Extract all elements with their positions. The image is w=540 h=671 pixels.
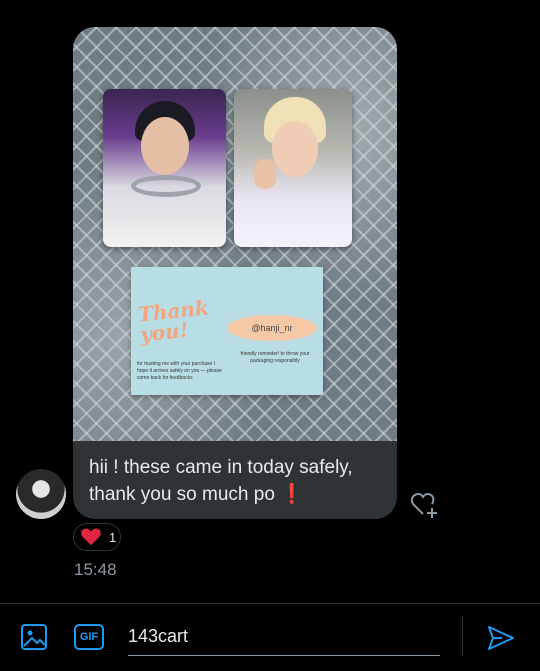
thank-you-title: Thank you! bbox=[136, 295, 210, 347]
add-reaction-icon[interactable] bbox=[410, 490, 440, 520]
thank-you-card: Thank you! @hanji_nr for trusting me wit… bbox=[131, 267, 323, 395]
reaction-badge[interactable]: 1 bbox=[73, 523, 121, 551]
photocard-left bbox=[103, 89, 226, 247]
message-composer: GIF bbox=[0, 603, 540, 671]
message-bubble[interactable]: Thank you! @hanji_nr for trusting me wit… bbox=[73, 27, 397, 519]
packaging-reminder: friendly reminder! to throw your packagi… bbox=[240, 351, 310, 364]
message-line-1: hii ! these came in today safely, bbox=[89, 457, 353, 478]
sender-avatar[interactable] bbox=[16, 469, 66, 519]
image-icon[interactable] bbox=[20, 623, 48, 651]
gif-button[interactable]: GIF bbox=[74, 624, 104, 650]
thank-you-note: for trusting me with your purchase I hop… bbox=[137, 361, 222, 381]
message-text: hii ! these came in today safely, thank … bbox=[89, 454, 389, 508]
heart-icon bbox=[81, 528, 101, 546]
attached-photo[interactable]: Thank you! @hanji_nr for trusting me wit… bbox=[73, 27, 397, 441]
reaction-count: 1 bbox=[109, 529, 117, 545]
exclamation-emoji: ❗ bbox=[280, 484, 304, 505]
message-line-2: thank you so much po bbox=[89, 484, 275, 505]
message-input[interactable] bbox=[128, 618, 440, 656]
seller-handle: @hanji_nr bbox=[227, 315, 317, 341]
composer-divider bbox=[462, 616, 463, 656]
photocard-right bbox=[234, 89, 352, 247]
message-timestamp: 15:48 bbox=[74, 560, 117, 579]
send-icon[interactable] bbox=[486, 624, 516, 652]
